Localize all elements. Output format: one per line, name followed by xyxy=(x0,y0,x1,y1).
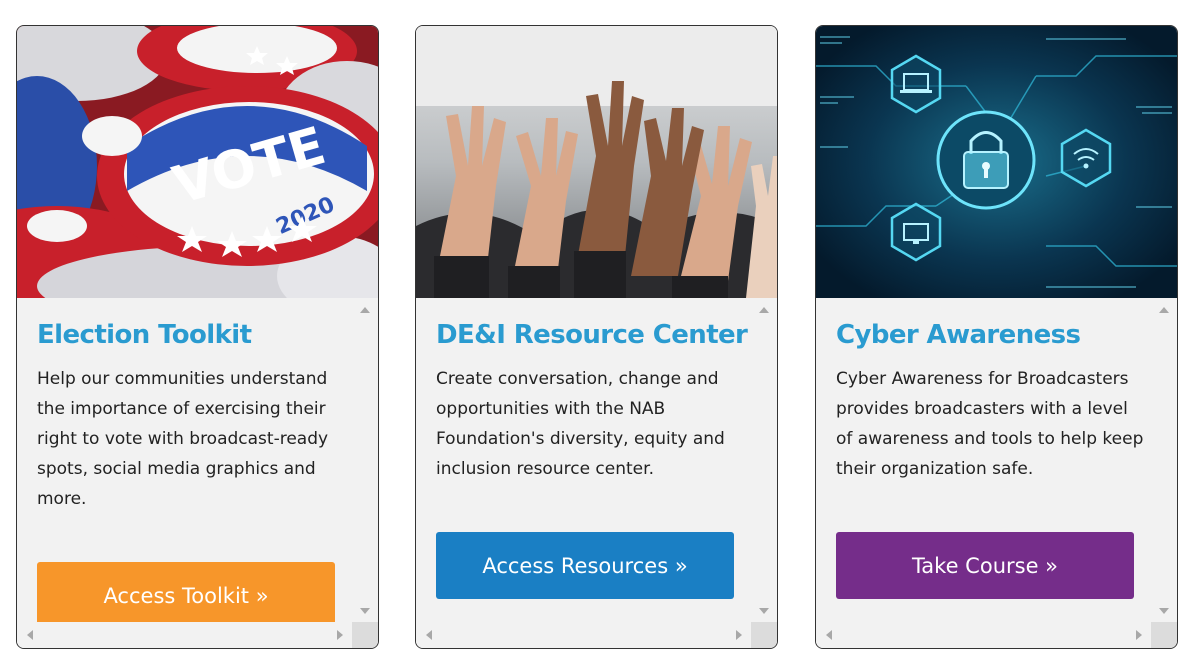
card-title: DE&I Resource Center xyxy=(436,320,748,350)
scroll-right-arrow-icon[interactable] xyxy=(736,630,742,640)
card-election-toolkit: VOTE 2020 Election Toolkit Help our comm… xyxy=(16,25,379,649)
card-body: Election Toolkit Help our communities un… xyxy=(17,298,354,629)
access-toolkit-button[interactable]: Access Toolkit » xyxy=(37,562,335,629)
vertical-scrollbar[interactable] xyxy=(352,298,378,623)
scroll-left-arrow-icon[interactable] xyxy=(426,630,432,640)
card-dei-resource-center: DE&I Resource Center Create conversation… xyxy=(415,25,778,649)
horizontal-scrollbar[interactable] xyxy=(816,622,1153,648)
card-title: Election Toolkit xyxy=(37,320,252,350)
scroll-right-arrow-icon[interactable] xyxy=(337,630,343,640)
vertical-scrollbar[interactable] xyxy=(1151,298,1177,623)
card-title: Cyber Awareness xyxy=(836,320,1081,350)
scroll-up-arrow-icon[interactable] xyxy=(759,307,769,313)
take-course-button[interactable]: Take Course » xyxy=(836,532,1134,599)
access-resources-button[interactable]: Access Resources » xyxy=(436,532,734,599)
card-description: Help our communities understand the impo… xyxy=(37,369,329,509)
scrollbar-corner xyxy=(1151,622,1177,648)
scroll-down-arrow-icon[interactable] xyxy=(759,608,769,614)
scroll-up-arrow-icon[interactable] xyxy=(360,307,370,313)
vertical-scrollbar[interactable] xyxy=(751,298,777,623)
card-description: Cyber Awareness for Broadcasters provide… xyxy=(836,369,1144,479)
card-cyber-awareness: Cyber Awareness Cyber Awareness for Broa… xyxy=(815,25,1178,649)
card-body: DE&I Resource Center Create conversation… xyxy=(416,298,753,623)
scroll-left-arrow-icon[interactable] xyxy=(826,630,832,640)
scroll-down-arrow-icon[interactable] xyxy=(1159,608,1169,614)
scroll-down-arrow-icon[interactable] xyxy=(360,608,370,614)
scroll-up-arrow-icon[interactable] xyxy=(1159,307,1169,313)
vote-buttons-image: VOTE 2020 xyxy=(17,26,378,298)
horizontal-scrollbar[interactable] xyxy=(416,622,753,648)
scrollbar-corner xyxy=(751,622,777,648)
raised-hands-image xyxy=(416,26,777,298)
horizontal-scrollbar[interactable] xyxy=(17,622,354,648)
scroll-right-arrow-icon[interactable] xyxy=(1136,630,1142,640)
card-description: Create conversation, change and opportun… xyxy=(436,369,725,479)
card-body: Cyber Awareness Cyber Awareness for Broa… xyxy=(816,298,1153,623)
scroll-left-arrow-icon[interactable] xyxy=(27,630,33,640)
cyber-lock-image xyxy=(816,26,1177,298)
scrollbar-corner xyxy=(352,622,378,648)
